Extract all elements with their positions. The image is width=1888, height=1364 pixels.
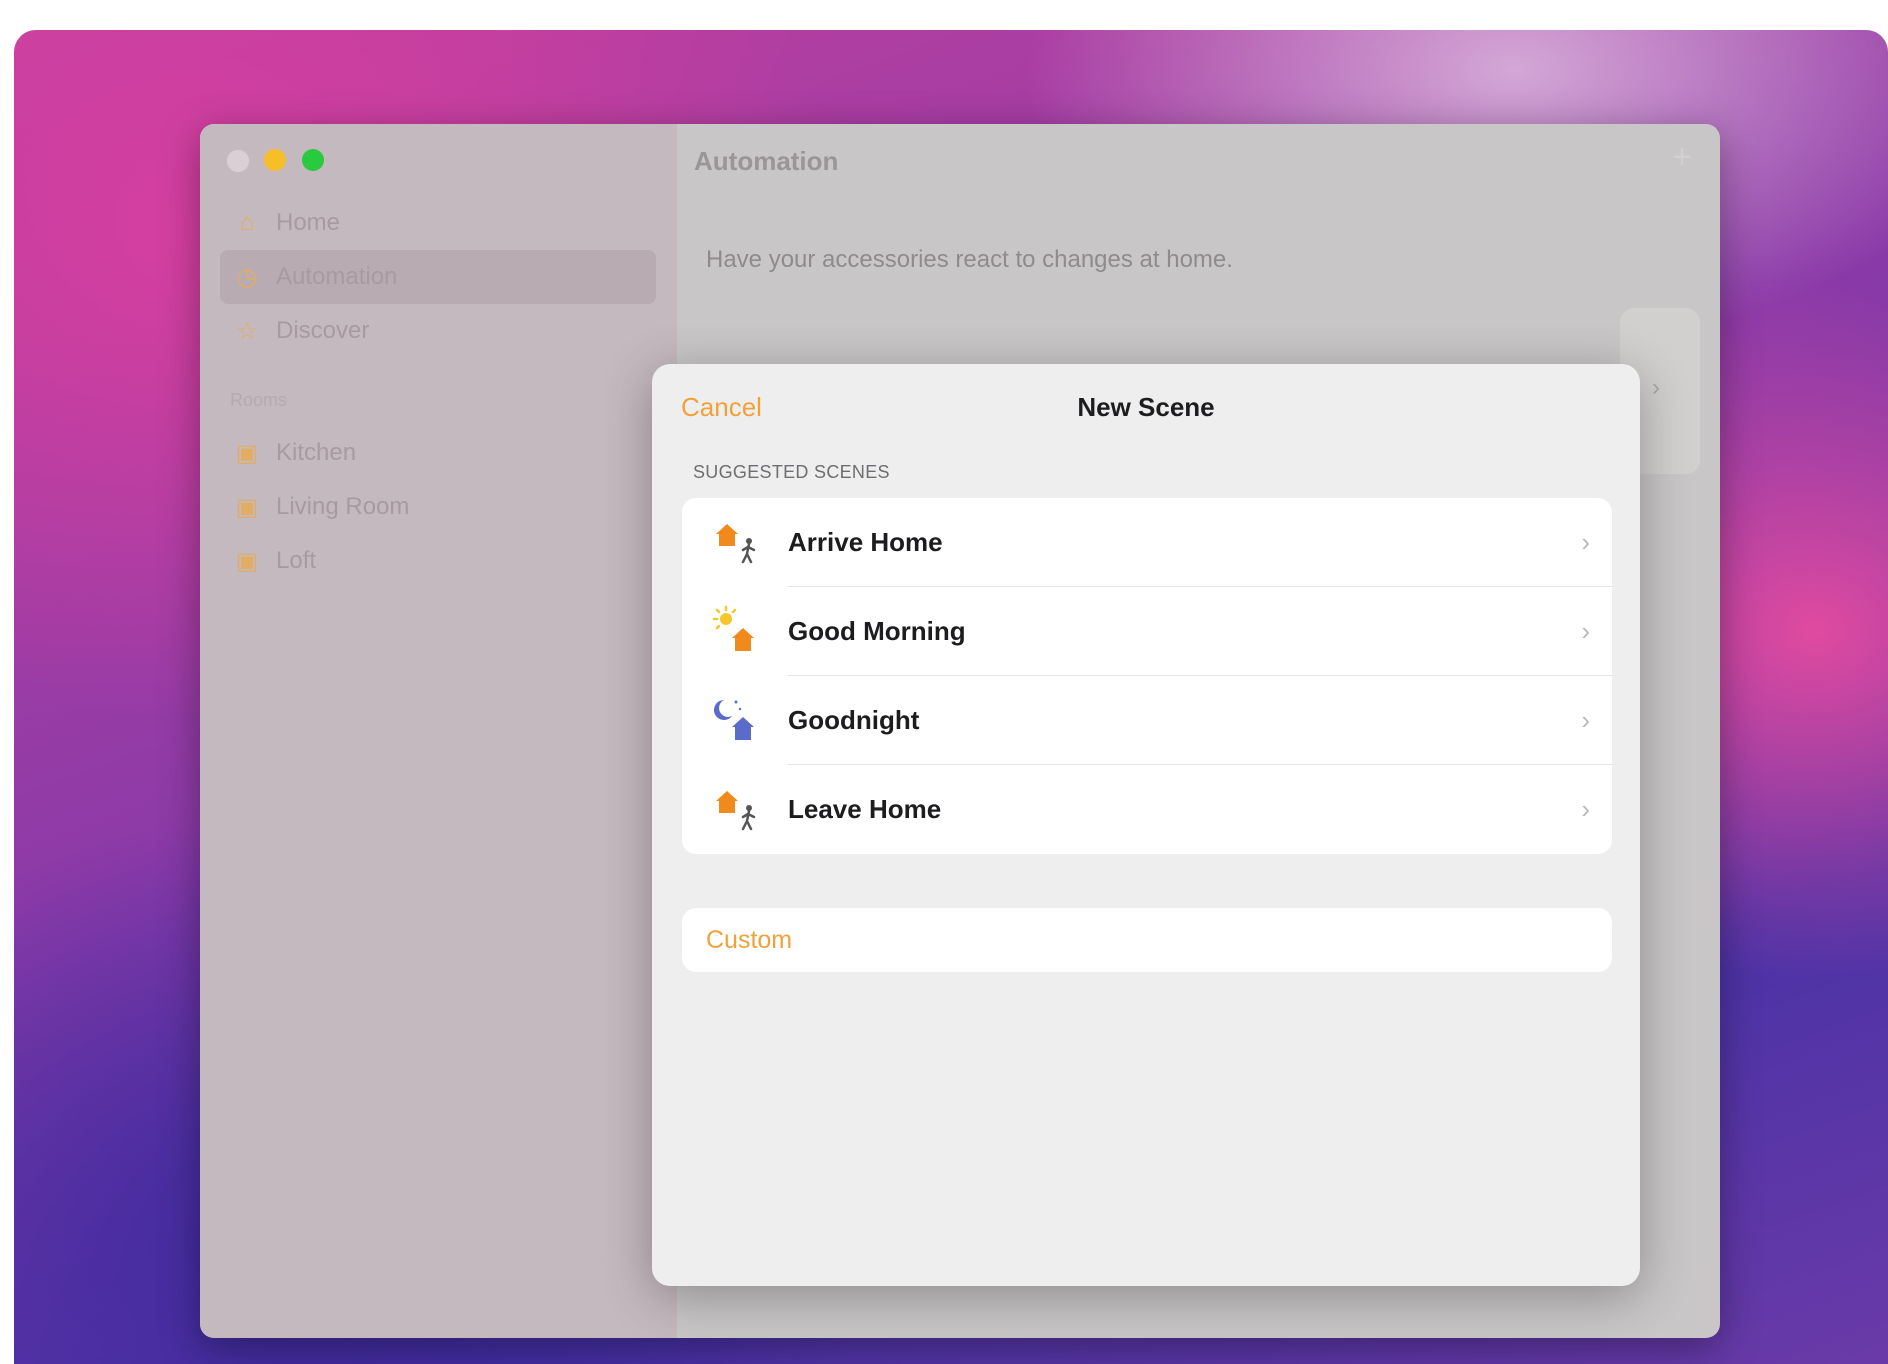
sidebar: ⌂ Home ◷ Automation ☆ Discover Rooms ▣ K…	[200, 124, 677, 1338]
desktop-background: ⌂ Home ◷ Automation ☆ Discover Rooms ▣ K…	[14, 30, 1888, 1364]
goodnight-icon	[714, 700, 754, 740]
star-icon: ☆	[236, 317, 258, 345]
sidebar-item-living-room[interactable]: ▣ Living Room	[220, 480, 656, 534]
sidebar-item-label: Loft	[276, 547, 317, 574]
custom-scene-label: Custom	[706, 925, 793, 954]
scene-label: Good Morning	[788, 616, 966, 646]
sidebar-item-loft[interactable]: ▣ Loft	[220, 534, 656, 588]
home-app-window: ⌂ Home ◷ Automation ☆ Discover Rooms ▣ K…	[200, 124, 1720, 1338]
sidebar-item-label: Automation	[276, 263, 398, 290]
suggested-scenes-list: Arrive Home › Good Morning › Goodnight ›…	[682, 498, 1612, 854]
room-icon: ▣	[235, 439, 259, 467]
sidebar-item-discover[interactable]: ☆ Discover	[220, 304, 656, 358]
scene-label: Arrive Home	[788, 527, 943, 557]
sidebar-item-kitchen[interactable]: ▣ Kitchen	[220, 426, 656, 480]
scene-row-leave-home[interactable]: Leave Home ›	[682, 765, 1612, 854]
scene-label: Goodnight	[788, 705, 920, 735]
automation-description: Have your accessories react to changes a…	[706, 246, 1233, 273]
sidebar-item-label: Living Room	[276, 493, 410, 520]
sidebar-item-label: Kitchen	[276, 439, 357, 466]
chevron-right-icon: ›	[1581, 616, 1590, 646]
house-icon: ⌂	[239, 209, 255, 236]
scene-label: Leave Home	[788, 794, 942, 824]
suggested-scenes-header: SUGGESTED SCENES	[693, 462, 890, 482]
arrive-home-icon	[716, 524, 756, 564]
sidebar-item-home[interactable]: ⌂ Home	[220, 196, 656, 250]
room-icon: ▣	[235, 493, 259, 521]
clock-icon: ◷	[236, 263, 258, 291]
new-scene-sheet: Cancel New Scene SUGGESTED SCENES Arrive…	[652, 364, 1640, 1286]
scene-row-arrive-home[interactable]: Arrive Home ›	[682, 498, 1612, 587]
chevron-right-icon: ›	[1581, 794, 1590, 824]
sidebar-item-label: Discover	[276, 317, 370, 344]
close-window-button[interactable]	[226, 149, 250, 173]
sidebar-item-label: Home	[276, 209, 341, 236]
scene-row-good-morning[interactable]: Good Morning ›	[682, 587, 1612, 676]
leave-home-icon	[716, 791, 756, 831]
sheet-title: New Scene	[1077, 392, 1215, 422]
chevron-right-icon: ›	[1581, 705, 1590, 735]
rooms-section-header: Rooms	[230, 390, 288, 410]
good-morning-icon	[712, 605, 754, 651]
room-icon: ▣	[235, 547, 259, 575]
chevron-right-icon: ›	[1652, 374, 1660, 401]
chevron-right-icon: ›	[1581, 527, 1590, 557]
scene-row-goodnight[interactable]: Goodnight ›	[682, 676, 1612, 765]
sidebar-item-automation[interactable]: ◷ Automation	[220, 250, 656, 304]
maximize-window-button[interactable]	[302, 149, 324, 171]
page-title: Automation	[694, 146, 839, 176]
minimize-window-button[interactable]	[264, 149, 286, 171]
custom-scene-button[interactable]: Custom	[682, 908, 1612, 972]
add-icon[interactable]: +	[1672, 138, 1692, 177]
